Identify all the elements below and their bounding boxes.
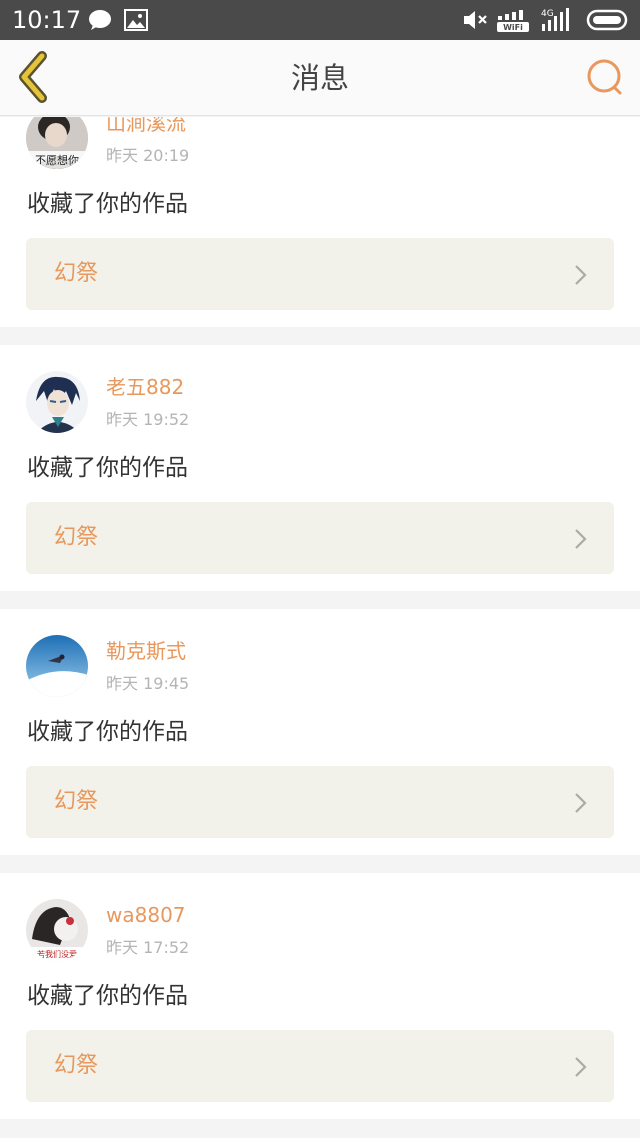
- image-icon: [124, 9, 148, 31]
- work-link[interactable]: 幻祭: [26, 766, 614, 838]
- chevron-right-icon: [575, 265, 587, 285]
- timestamp: 昨天 17:52: [106, 938, 190, 957]
- work-link[interactable]: 幻祭: [26, 238, 614, 310]
- timestamp: 昨天 20:19: [106, 146, 190, 165]
- battery-icon: [586, 9, 628, 31]
- action-text: 收藏了你的作品: [27, 719, 188, 745]
- username[interactable]: wa8807: [106, 902, 186, 928]
- search-icon: [587, 59, 622, 95]
- chevron-right-icon: [575, 529, 587, 549]
- status-time: 10:17: [12, 6, 82, 34]
- timestamp: 昨天 19:52: [106, 410, 190, 429]
- action-text: 收藏了你的作品: [27, 191, 188, 217]
- svg-text:不愿想你: 不愿想你: [35, 153, 79, 167]
- chevron-right-icon: [575, 1057, 587, 1077]
- username[interactable]: 山涧溪流: [106, 117, 186, 136]
- work-title: 幻祭: [54, 261, 99, 286]
- page-title: 消息: [290, 61, 349, 95]
- avatar[interactable]: [26, 371, 88, 433]
- work-link[interactable]: 幻祭: [26, 1030, 614, 1102]
- avatar[interactable]: 若我们没爱: [26, 899, 88, 961]
- message-list[interactable]: 不愿想你 山涧溪流 昨天 20:19 收藏了你的作品 幻祭 老五882 昨天 1…: [0, 117, 640, 1138]
- svg-text:4G: 4G: [541, 9, 554, 19]
- wifi-icon: WiFi: [497, 10, 529, 32]
- work-link[interactable]: 幻祭: [26, 502, 614, 574]
- status-bar: 10:17 WiFi 4G: [0, 0, 640, 40]
- search-button[interactable]: [580, 52, 632, 104]
- timestamp: 昨天 19:45: [106, 674, 190, 693]
- message-card: 不愿想你 山涧溪流 昨天 20:19 收藏了你的作品 幻祭: [0, 117, 640, 327]
- svg-text:若我们没爱: 若我们没爱: [37, 949, 77, 959]
- mute-icon: [464, 11, 487, 29]
- work-title: 幻祭: [54, 525, 99, 550]
- username[interactable]: 老五882: [106, 374, 184, 400]
- username[interactable]: 勒克斯式: [106, 638, 186, 664]
- avatar[interactable]: [26, 635, 88, 697]
- action-text: 收藏了你的作品: [27, 455, 188, 481]
- message-card: 老五882 昨天 19:52 收藏了你的作品 幻祭: [0, 345, 640, 591]
- svg-text:WiFi: WiFi: [503, 23, 523, 32]
- chat-bubble-icon: [89, 10, 111, 30]
- work-title: 幻祭: [54, 789, 99, 814]
- avatar[interactable]: 不愿想你: [26, 117, 88, 169]
- chevron-right-icon: [575, 793, 587, 813]
- 4g-signal-icon: 4G: [541, 8, 569, 31]
- message-card: 勒克斯式 昨天 19:45 收藏了你的作品 幻祭: [0, 609, 640, 855]
- message-card: 若我们没爱 wa8807 昨天 17:52 收藏了你的作品 幻祭: [0, 873, 640, 1119]
- work-title: 幻祭: [54, 1053, 99, 1078]
- action-text: 收藏了你的作品: [27, 983, 188, 1009]
- app-header: 消息: [0, 40, 640, 116]
